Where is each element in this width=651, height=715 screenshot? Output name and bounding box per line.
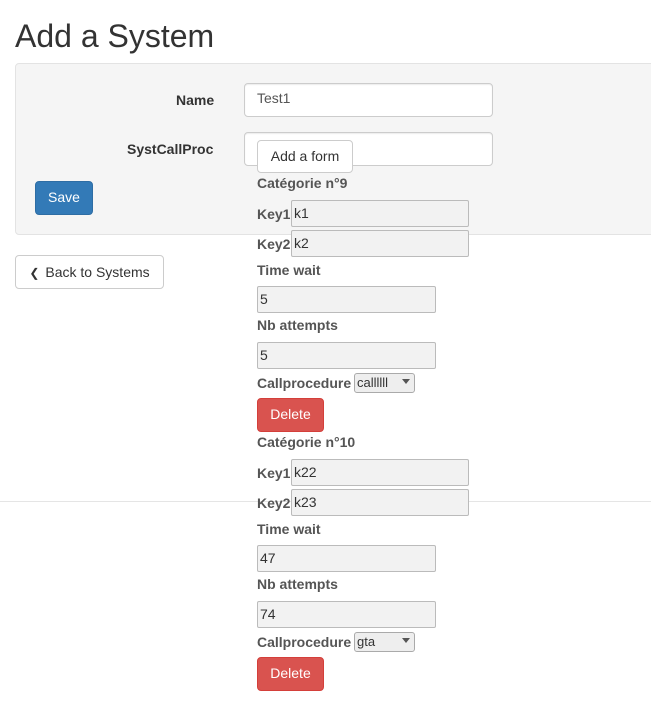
key1-input[interactable]: k22 xyxy=(291,459,469,486)
key2-input[interactable]: k23 xyxy=(291,489,469,516)
time-wait-label: Time wait xyxy=(257,521,321,537)
chevron-down-icon xyxy=(402,638,410,643)
systcallproc-label: SystCallProc xyxy=(127,141,214,157)
key1-label: Key1 xyxy=(257,465,291,481)
key2-label: Key2 xyxy=(257,236,291,252)
nb-attempts-label: Nb attempts xyxy=(257,317,338,333)
callprocedure-label: Callprocedure xyxy=(257,375,352,391)
key2-label: Key2 xyxy=(257,495,291,511)
name-label: Name xyxy=(176,92,215,108)
delete-button[interactable]: Delete xyxy=(257,657,324,691)
callprocedure-value: gta xyxy=(357,634,376,649)
add-form-button[interactable]: Add a form xyxy=(257,140,353,173)
callprocedure-value: callllll xyxy=(357,375,389,390)
time-wait-input[interactable]: 5 xyxy=(257,286,436,313)
nb-attempts-label: Nb attempts xyxy=(257,576,338,592)
key1-label: Key1 xyxy=(257,206,291,222)
back-button-label: Back to Systems xyxy=(45,264,150,280)
key2-input[interactable]: k2 xyxy=(291,230,469,257)
category-header: Catégorie n°9 xyxy=(257,175,348,191)
nb-attempts-input[interactable]: 74 xyxy=(257,601,436,628)
delete-button[interactable]: Delete xyxy=(257,398,324,432)
chevron-left-icon: ❮ xyxy=(29,266,40,280)
back-to-systems-button[interactable]: ❮ Back to Systems xyxy=(15,255,164,289)
name-input[interactable]: Test1 xyxy=(244,83,493,117)
callprocedure-select[interactable]: gta xyxy=(354,632,415,652)
page-title: Add a System xyxy=(15,18,215,54)
time-wait-input[interactable]: 47 xyxy=(257,545,436,572)
time-wait-label: Time wait xyxy=(257,262,321,278)
nb-attempts-input[interactable]: 5 xyxy=(257,342,436,369)
callprocedure-label: Callprocedure xyxy=(257,634,352,650)
chevron-down-icon xyxy=(402,379,410,384)
callprocedure-select[interactable]: callllll xyxy=(354,373,415,393)
key1-input[interactable]: k1 xyxy=(291,200,469,227)
save-button[interactable]: Save xyxy=(35,181,93,215)
category-header: Catégorie n°10 xyxy=(257,434,356,450)
